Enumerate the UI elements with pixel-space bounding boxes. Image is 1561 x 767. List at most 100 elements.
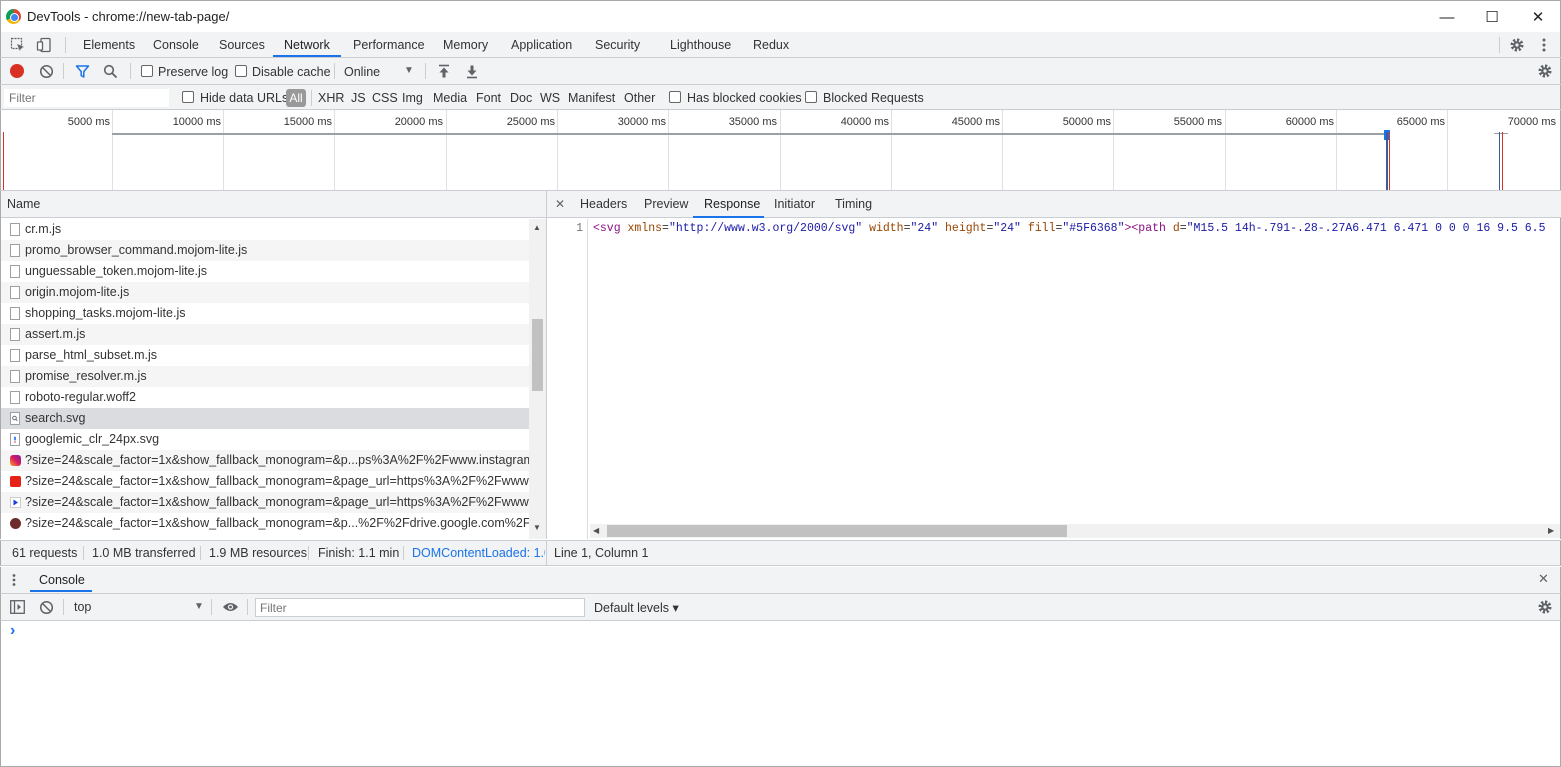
live-expression-button[interactable] bbox=[222, 601, 239, 616]
divider bbox=[247, 599, 248, 615]
type-filter-js[interactable]: JS bbox=[351, 91, 366, 105]
overview-marker-line bbox=[1499, 132, 1500, 190]
type-filter-ws[interactable]: WS bbox=[540, 91, 560, 105]
console-settings-button[interactable] bbox=[1537, 599, 1553, 618]
record-button[interactable] bbox=[10, 64, 24, 78]
file-icon bbox=[10, 328, 20, 341]
preserve-log-checkbox[interactable] bbox=[141, 65, 153, 77]
request-row[interactable]: googlemic_clr_24px.svg bbox=[1, 429, 529, 450]
tab-initiator[interactable]: Initiator bbox=[774, 191, 815, 218]
scroll-right-arrow-icon[interactable]: ▶ bbox=[1548, 526, 1554, 535]
request-row[interactable]: roboto-regular.woff2 bbox=[1, 387, 529, 408]
clear-circle-icon bbox=[39, 600, 54, 615]
throttling-dropdown-arrow-icon[interactable]: ▼ bbox=[404, 65, 414, 76]
request-row[interactable]: shopping_tasks.mojom-lite.js bbox=[1, 303, 529, 324]
hide-data-urls-checkbox[interactable] bbox=[182, 91, 194, 103]
type-filter-manifest[interactable]: Manifest bbox=[568, 91, 615, 105]
blocked-requests-checkbox[interactable] bbox=[805, 91, 817, 103]
request-list-scroll-thumb[interactable] bbox=[532, 319, 543, 391]
context-select[interactable]: top bbox=[74, 600, 91, 614]
scroll-down-arrow-icon[interactable]: ▼ bbox=[533, 523, 541, 532]
console-sidebar-toggle[interactable] bbox=[10, 600, 25, 617]
tab-sources[interactable]: Sources bbox=[219, 32, 265, 58]
disable-cache-checkbox[interactable] bbox=[235, 65, 247, 77]
request-row[interactable]: assert.m.js bbox=[1, 324, 529, 345]
type-filter-doc[interactable]: Doc bbox=[510, 91, 532, 105]
window-title: DevTools - chrome://new-tab-page/ bbox=[27, 9, 230, 24]
throttling-select[interactable]: Online bbox=[344, 65, 380, 79]
request-row[interactable]: ?size=24&scale_factor=1x&show_fallback_m… bbox=[1, 450, 529, 471]
tick-label: 60000 ms bbox=[1285, 116, 1334, 128]
transferred-size: 1.0 MB transferred bbox=[92, 546, 196, 560]
network-overview-timeline[interactable]: 5000 ms 10000 ms 15000 ms 20000 ms 25000… bbox=[0, 110, 1561, 191]
request-row[interactable]: unguessable_token.mojom-lite.js bbox=[1, 261, 529, 282]
type-filter-other[interactable]: Other bbox=[624, 91, 655, 105]
tick-label: 70000 ms bbox=[1507, 116, 1556, 128]
filter-toggle-button[interactable] bbox=[75, 64, 90, 82]
tab-preview[interactable]: Preview bbox=[644, 191, 688, 218]
minimize-button[interactable]: — bbox=[1424, 1, 1470, 33]
console-filter-input[interactable] bbox=[255, 598, 585, 617]
console-output[interactable]: › bbox=[0, 621, 1561, 767]
device-toolbar-button[interactable] bbox=[36, 37, 52, 56]
request-row[interactable]: promo_browser_command.mojom-lite.js bbox=[1, 240, 529, 261]
type-filter-css[interactable]: CSS bbox=[372, 91, 398, 105]
scroll-up-arrow-icon[interactable]: ▲ bbox=[533, 223, 541, 232]
tab-memory[interactable]: Memory bbox=[443, 32, 488, 58]
import-har-button[interactable] bbox=[437, 64, 451, 82]
inspect-element-button[interactable] bbox=[10, 37, 26, 56]
request-row[interactable]: ?size=24&scale_factor=1x&show_fallback_m… bbox=[1, 492, 529, 513]
code-attr-value: "M15.5 14h-.791-.28-.27A6.471 6.471 0 0 … bbox=[1186, 222, 1553, 235]
filter-input[interactable] bbox=[4, 89, 169, 107]
network-settings-button[interactable] bbox=[1537, 63, 1553, 82]
divider bbox=[200, 546, 201, 560]
clear-console-button[interactable] bbox=[39, 600, 54, 618]
close-details-icon[interactable]: ✕ bbox=[555, 197, 565, 211]
request-row-selected[interactable]: search.svg bbox=[1, 408, 529, 429]
tab-headers[interactable]: Headers bbox=[580, 191, 627, 218]
export-har-button[interactable] bbox=[465, 64, 479, 82]
tab-application[interactable]: Application bbox=[511, 32, 572, 58]
type-filter-xhr[interactable]: XHR bbox=[318, 91, 344, 105]
type-filter-media[interactable]: Media bbox=[433, 91, 467, 105]
overview-waterfall-bar bbox=[1494, 133, 1508, 134]
request-row[interactable]: ?size=24&scale_factor=1x&show_fallback_m… bbox=[1, 471, 529, 492]
drawer-menu-button[interactable] bbox=[11, 573, 17, 590]
name-column-header[interactable]: Name bbox=[1, 191, 547, 218]
request-row[interactable]: origin.mojom-lite.js bbox=[1, 282, 529, 303]
tab-security[interactable]: Security bbox=[595, 32, 640, 58]
response-source-code[interactable]: <svg xmlns="http://www.w3.org/2000/svg" … bbox=[593, 222, 1553, 235]
tab-response[interactable]: Response bbox=[704, 191, 760, 218]
request-row[interactable]: cr.m.js bbox=[1, 219, 529, 240]
response-scroll-thumb[interactable] bbox=[607, 525, 1067, 537]
request-row[interactable]: ?size=24&scale_factor=1x&show_fallback_m… bbox=[1, 513, 529, 534]
tick-label: 15000 ms bbox=[283, 116, 332, 128]
type-filter-img[interactable]: Img bbox=[402, 91, 423, 105]
tab-performance[interactable]: Performance bbox=[353, 32, 425, 58]
context-dropdown-arrow-icon[interactable]: ▼ bbox=[194, 601, 204, 612]
code-tag: <svg bbox=[593, 222, 628, 235]
tab-elements[interactable]: Elements bbox=[83, 32, 135, 58]
tab-redux[interactable]: Redux bbox=[753, 32, 789, 58]
network-status-bar: 61 requests 1.0 MB transferred 1.9 MB re… bbox=[0, 540, 1561, 566]
request-row[interactable]: parse_html_subset.m.js bbox=[1, 345, 529, 366]
tab-lighthouse[interactable]: Lighthouse bbox=[670, 32, 731, 58]
tab-timing[interactable]: Timing bbox=[835, 191, 872, 218]
close-window-button[interactable]: ✕ bbox=[1515, 1, 1561, 33]
search-button[interactable] bbox=[103, 64, 118, 82]
log-levels-select[interactable]: Default levels ▾ bbox=[594, 600, 679, 615]
has-blocked-cookies-label: Has blocked cookies bbox=[687, 91, 802, 105]
type-filter-all[interactable]: All bbox=[286, 89, 306, 107]
maximize-button[interactable]: ☐ bbox=[1469, 1, 1515, 33]
file-icon bbox=[10, 391, 20, 404]
settings-button[interactable] bbox=[1509, 37, 1525, 56]
has-blocked-cookies-checkbox[interactable] bbox=[669, 91, 681, 103]
close-drawer-icon[interactable]: ✕ bbox=[1538, 571, 1549, 587]
type-filter-font[interactable]: Font bbox=[476, 91, 501, 105]
more-options-button[interactable] bbox=[1538, 37, 1550, 56]
title-bar: DevTools - chrome://new-tab-page/ — ☐ ✕ bbox=[0, 0, 1561, 32]
scroll-left-arrow-icon[interactable]: ◀ bbox=[593, 526, 599, 535]
clear-button[interactable] bbox=[39, 64, 54, 82]
request-row[interactable]: promise_resolver.m.js bbox=[1, 366, 529, 387]
tab-console[interactable]: Console bbox=[153, 32, 199, 58]
